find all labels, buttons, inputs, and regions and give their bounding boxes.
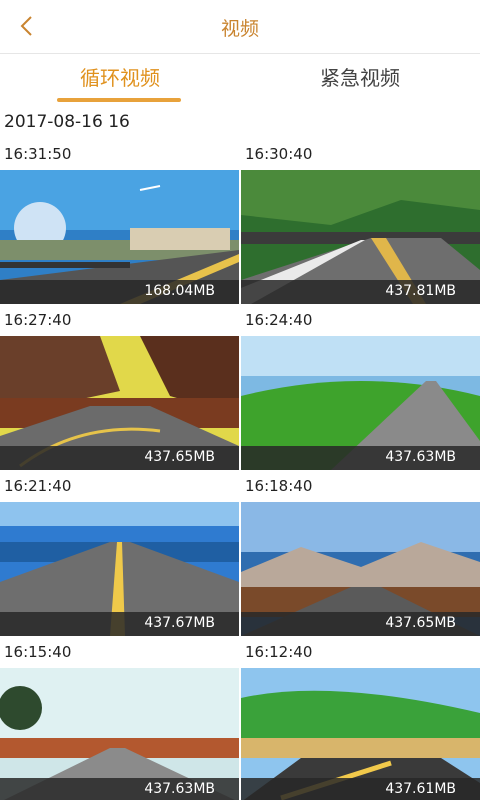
video-item[interactable]: 16:18:40 437.65MB xyxy=(241,472,480,637)
video-size: 437.81MB xyxy=(385,283,456,299)
active-tab-indicator xyxy=(57,98,181,102)
video-thumbnail: 437.63MB xyxy=(241,336,480,470)
video-thumbnail: 168.04MB xyxy=(0,170,239,304)
video-size-bar: 437.65MB xyxy=(0,446,239,470)
video-thumbnail: 437.65MB xyxy=(0,336,239,470)
video-size-bar: 437.63MB xyxy=(0,778,239,800)
tab-emergency-video[interactable]: 紧急视频 xyxy=(240,62,480,106)
video-size: 437.63MB xyxy=(144,781,215,797)
video-size: 437.65MB xyxy=(385,615,456,631)
video-time: 16:21:40 xyxy=(4,477,72,495)
video-thumbnail: 437.65MB xyxy=(241,502,480,636)
video-item[interactable]: 16:31:50 168.04MB xyxy=(0,140,239,305)
video-size: 437.67MB xyxy=(144,615,215,631)
video-item[interactable]: 16:27:40 437.65MB xyxy=(0,306,239,471)
video-time: 16:24:40 xyxy=(245,311,313,329)
video-item[interactable]: 16:15:40 437.63MB xyxy=(0,638,239,800)
video-size-bar: 437.67MB xyxy=(0,612,239,636)
video-time: 16:27:40 xyxy=(4,311,72,329)
top-bar: 视频 xyxy=(0,0,480,54)
video-thumbnail: 437.63MB xyxy=(0,668,239,800)
video-item[interactable]: 16:30:40 437.81MB xyxy=(241,140,480,305)
video-size-bar: 437.61MB xyxy=(241,778,480,800)
video-size-bar: 437.63MB xyxy=(241,446,480,470)
video-time: 16:15:40 xyxy=(4,643,72,661)
video-time: 16:31:50 xyxy=(4,145,72,163)
page-title: 视频 xyxy=(220,18,259,40)
video-size-bar: 168.04MB xyxy=(0,280,239,304)
video-size: 437.65MB xyxy=(144,449,215,465)
video-size: 437.61MB xyxy=(385,781,456,797)
video-thumbnail: 437.67MB xyxy=(0,502,239,636)
video-item[interactable]: 16:12:40 437.61MB xyxy=(241,638,480,800)
video-size: 168.04MB xyxy=(144,283,215,299)
video-size-bar: 437.65MB xyxy=(241,612,480,636)
video-thumbnail: 437.61MB xyxy=(241,668,480,800)
video-time: 16:18:40 xyxy=(245,477,313,495)
video-time: 16:30:40 xyxy=(245,145,313,163)
date-group-header: 2017-08-16 16 xyxy=(4,112,130,132)
video-size: 437.63MB xyxy=(385,449,456,465)
video-time: 16:12:40 xyxy=(245,643,313,661)
video-item[interactable]: 16:24:40 437.63MB xyxy=(241,306,480,471)
video-thumbnail: 437.81MB xyxy=(241,170,480,304)
video-item[interactable]: 16:21:40 437.67MB xyxy=(0,472,239,637)
video-size-bar: 437.81MB xyxy=(241,280,480,304)
